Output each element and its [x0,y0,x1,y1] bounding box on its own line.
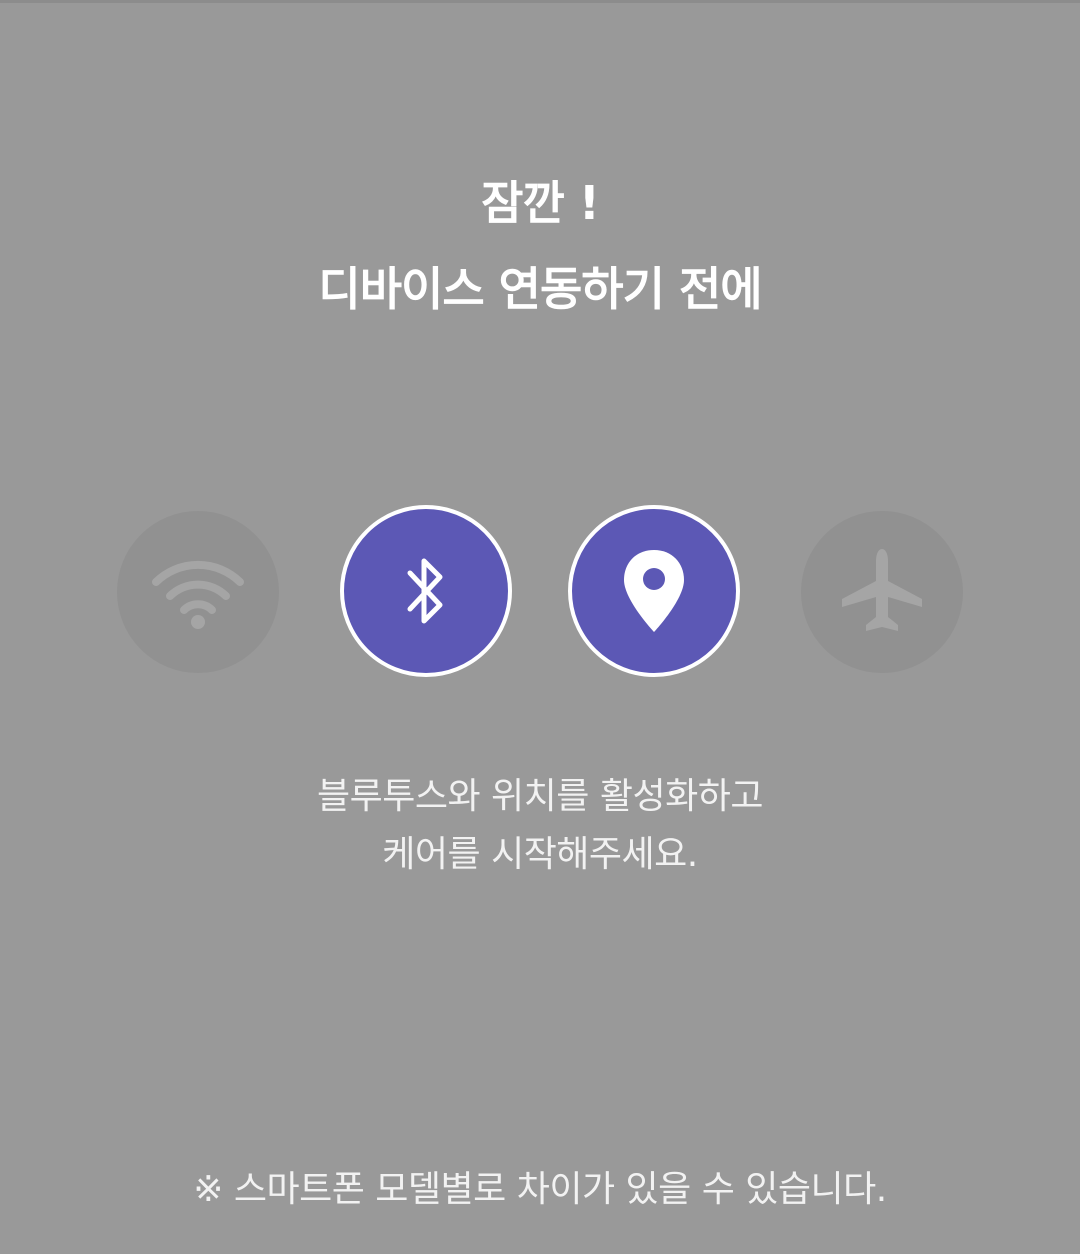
bluetooth-icon [407,558,443,624]
top-divider [0,0,1080,3]
instruction-line-2: 케어를 시작해주세요. [382,834,698,875]
page-title: 잠깐 ! 디바이스 연동하기 전에 [0,160,1080,332]
airplane-toggle [801,511,963,673]
wifi-toggle [117,511,279,673]
airplane-icon [842,549,922,631]
permission-icon-row [0,505,1080,680]
instruction-line-1: 블루투스와 위치를 활성화하고 [317,776,763,817]
title-line-2: 디바이스 연동하기 전에 [318,262,762,316]
instruction-text: 블루투스와 위치를 활성화하고 케어를 시작해주세요. [0,768,1080,884]
bluetooth-toggle[interactable] [340,505,512,677]
location-pin-icon [624,550,684,632]
footnote-text: ※ 스마트폰 모델별로 차이가 있을 수 있습니다. [193,1169,887,1210]
wifi-icon [152,560,244,629]
location-toggle[interactable] [568,505,740,677]
title-line-1: 잠깐 ! [481,176,600,230]
